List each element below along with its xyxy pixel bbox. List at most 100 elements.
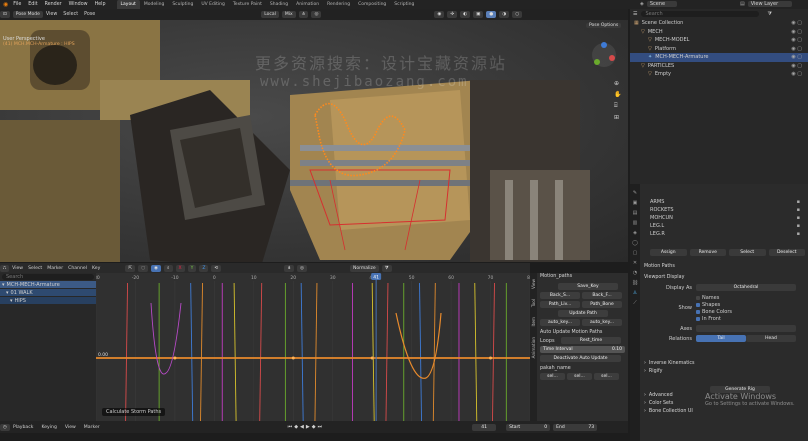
path-bone-button[interactable]: Path_Bone xyxy=(582,301,622,308)
grid-icon[interactable]: ⊞ xyxy=(614,114,621,121)
visibility-toggle-icon[interactable]: ◉ ▢ xyxy=(791,29,802,35)
npanel-tab-animation[interactable]: Animation xyxy=(531,337,536,358)
path-live-button[interactable]: Path_Liv... xyxy=(540,301,580,308)
output-tab-icon[interactable]: ▤ xyxy=(633,210,638,216)
show-option-bone-colors[interactable]: Bone Colors xyxy=(696,308,732,315)
checkbox-icon[interactable] xyxy=(696,316,700,321)
workspace-tab-sculpting[interactable]: Sculpting xyxy=(168,0,197,9)
graph-area[interactable]: -30-20-10010203040506070800.0041 Calcula… xyxy=(96,273,530,421)
graph-menu-marker[interactable]: Marker xyxy=(47,266,63,271)
fcurve-line[interactable] xyxy=(259,282,263,421)
workspace-tab-compositing[interactable]: Compositing xyxy=(354,0,390,9)
workspace-tab-scripting[interactable]: Scripting xyxy=(390,0,418,9)
3d-viewport[interactable]: User Perspective (41) MCH.MCH-Armature :… xyxy=(0,20,628,262)
fcurve-line[interactable] xyxy=(125,282,129,421)
pakah-name-header[interactable]: pakah_name xyxy=(537,365,628,373)
auto-key-button-1[interactable]: auto_key... xyxy=(540,319,580,326)
back-f-button[interactable]: Back_F... xyxy=(582,292,622,299)
tool-tab-icon[interactable]: ✎ xyxy=(633,190,637,196)
keyframe-point[interactable] xyxy=(173,356,177,360)
save-key-button[interactable]: Save_Key xyxy=(558,283,618,290)
visibility-toggle-icon[interactable]: ◉ ▢ xyxy=(791,71,802,77)
axes-field[interactable] xyxy=(696,325,796,332)
transform-orientation[interactable]: Local xyxy=(261,11,279,18)
pivot-icon[interactable]: ⟲ xyxy=(211,264,222,272)
modifier-tab-icon[interactable]: ✕ xyxy=(633,260,637,266)
graph-menu-channel[interactable]: Channel xyxy=(68,266,87,271)
gizmo-x-icon[interactable] xyxy=(609,55,615,61)
viewport-menu-pose[interactable]: Pose xyxy=(84,12,95,17)
view-layer-selector[interactable]: ▤ View Layer xyxy=(740,1,793,7)
visibility-toggle-icon[interactable]: ◉ ▢ xyxy=(791,37,802,43)
pivot-selector[interactable]: Mix xyxy=(281,11,296,18)
npanel-tab-tool[interactable]: Tool xyxy=(531,299,536,307)
relations-head-button[interactable]: Head xyxy=(746,335,796,342)
checkbox-icon[interactable] xyxy=(696,309,700,314)
graph-menu-key[interactable]: Key xyxy=(92,266,100,271)
bone-group-deselect-button[interactable]: Deselect xyxy=(768,249,805,256)
playback-menu-view[interactable]: View xyxy=(65,425,76,430)
bone-group-item[interactable]: MOHCUN ▪ xyxy=(650,214,800,222)
select-button[interactable]: sel... xyxy=(594,373,619,380)
outliner-item[interactable]: ▽ MECH ◉ ▢ xyxy=(630,28,808,37)
start-frame-field[interactable]: Start 0 xyxy=(506,423,551,431)
visibility-toggle-icon[interactable]: ◉ ▢ xyxy=(791,20,802,26)
relations-tail-button[interactable]: Tail xyxy=(696,335,746,342)
fcurve-line[interactable] xyxy=(233,282,237,421)
back-s-button[interactable]: Back_S... xyxy=(540,292,580,299)
checkbox-icon[interactable] xyxy=(696,295,700,300)
outliner-item[interactable]: ▽ MECH-MODEL ◉ ▢ xyxy=(630,36,808,45)
snap-graph-icon[interactable]: ⋔ xyxy=(284,264,295,272)
x-channel-icon[interactable]: X xyxy=(175,264,185,272)
channel-search-input[interactable]: Search xyxy=(2,274,94,280)
auto-update-header[interactable]: Auto Update Motion Paths xyxy=(537,329,628,337)
workspace-tab-animation[interactable]: Animation xyxy=(292,0,323,9)
xray-icon[interactable]: ▣ xyxy=(473,11,484,18)
jump-end-icon[interactable]: ⏭ xyxy=(318,424,323,430)
channel-row[interactable]: ▾ 01 WALK xyxy=(0,289,96,296)
z-channel-icon[interactable]: Z xyxy=(199,264,209,272)
show-option-shapes[interactable]: Shapes xyxy=(696,301,732,308)
proportional-icon[interactable]: ◎ xyxy=(311,11,322,18)
menu-render[interactable]: Render xyxy=(45,2,62,7)
playback-menu-keying[interactable]: Keying xyxy=(41,425,56,430)
graph-menu-view[interactable]: View xyxy=(12,266,23,271)
time-interval-field[interactable]: Time Interval 0.10 xyxy=(540,346,625,353)
visibility-icon[interactable]: ◉ xyxy=(434,11,445,18)
filter-key-icon[interactable]: ◉ xyxy=(151,264,161,272)
next-key-icon[interactable]: ◆ xyxy=(312,424,316,430)
npanel-tab-item[interactable]: Item xyxy=(531,317,536,327)
menu-file[interactable]: File xyxy=(13,2,21,7)
motion-paths-panel-header[interactable]: Motion_paths xyxy=(537,273,628,281)
workspace-tab-uv-editing[interactable]: UV Editing xyxy=(197,0,228,9)
display-as-select[interactable]: Octahedral xyxy=(696,284,796,291)
bone-group-color-icon[interactable]: ▪ xyxy=(797,215,800,221)
world-tab-icon[interactable]: ◯ xyxy=(632,240,638,246)
visibility-toggle-icon[interactable]: ◉ ▢ xyxy=(791,46,802,52)
select-button[interactable]: sel... xyxy=(567,373,592,380)
view-layer-tab-icon[interactable]: ▥ xyxy=(633,220,638,226)
channel-expand-icon[interactable]: ▾ xyxy=(6,290,9,296)
bone-group-remove-button[interactable]: Remove xyxy=(689,249,726,256)
constraint-tab-icon[interactable]: ⛓ xyxy=(632,280,638,286)
prev-key-icon[interactable]: ◆ xyxy=(294,424,298,430)
fcurve-line[interactable] xyxy=(314,282,318,421)
object-tab-icon[interactable]: ▢ xyxy=(633,250,638,256)
bone-group-item[interactable]: LEG.R ▪ xyxy=(650,230,800,238)
physics-tab-icon[interactable]: ◔ xyxy=(633,270,637,276)
zoom-icon[interactable]: ⊕ xyxy=(614,80,621,87)
fcurve-line[interactable] xyxy=(200,282,203,421)
bone-group-color-icon[interactable]: ▪ xyxy=(797,207,800,213)
fcurve-line[interactable] xyxy=(300,282,304,421)
camera-icon[interactable]: ⌸ xyxy=(614,102,621,110)
show-hidden-icon[interactable]: ◌ xyxy=(138,264,149,272)
keyframe-point[interactable] xyxy=(370,356,374,360)
loops-field[interactable]: Rest_time xyxy=(561,337,621,344)
workspace-tab-layout[interactable]: Layout xyxy=(116,0,140,9)
graph-menu-select[interactable]: Select xyxy=(28,266,42,271)
fcurve-line[interactable] xyxy=(190,282,194,421)
shading-solid-icon[interactable]: ● xyxy=(486,11,497,18)
overlay-icon[interactable]: ◐ xyxy=(460,11,471,18)
outliner-item[interactable]: ▦ Scene Collection ◉ ▢ xyxy=(630,19,808,28)
proportional-graph-icon[interactable]: ◎ xyxy=(297,264,307,272)
